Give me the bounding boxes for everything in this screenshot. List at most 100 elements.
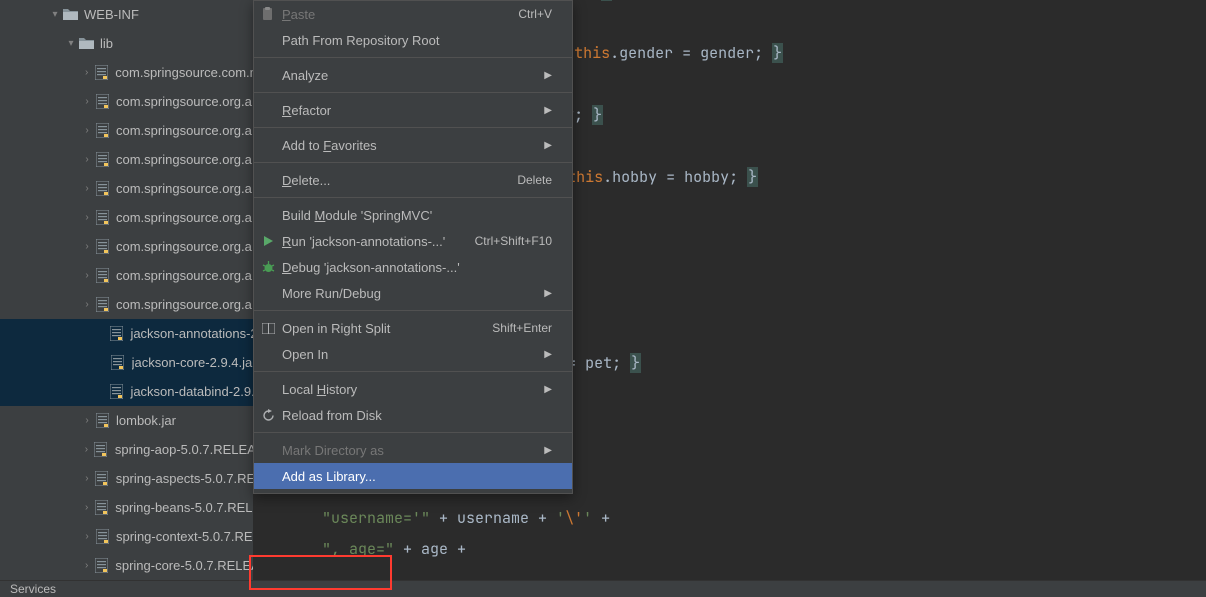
chevron-right-icon[interactable]: › [80,560,93,571]
tree-row[interactable]: › com.springsource.org.a [0,145,253,174]
menu-item[interactable]: Add to Favorites▶ [254,132,572,158]
code-token: } [630,353,641,373]
jar-icon [94,210,110,226]
project-tree[interactable]: ▾WEB-INF▾lib›com.springsource.com.m›com.… [0,0,253,580]
tree-item-label: com.springsource.org.a [116,181,252,196]
menu-separator [254,432,572,433]
tree-row[interactable]: › com.springsource.org.a [0,290,253,319]
menu-item[interactable]: Local History▶ [254,376,572,402]
services-toolwindow-button[interactable]: Services [0,580,1206,597]
menu-separator [254,127,572,128]
tree-row[interactable]: jackson-core-2.9.4.jar [0,348,253,377]
tree-row[interactable]: jackson-databind-2.9.4.j [0,377,253,406]
tree-row[interactable]: › spring-aop-5.0.7.RELEAS [0,435,253,464]
jar-icon [94,239,110,255]
jar-icon [94,152,110,168]
split-icon [260,320,276,336]
menu-item[interactable]: Add as Library... [254,463,572,489]
jar-icon [110,355,126,371]
menu-item-label: Add as Library... [282,469,376,484]
menu-item-label: Run 'jackson-annotations-...' [282,234,445,249]
tree-row[interactable]: › lombok.jar [0,406,253,435]
tree-row[interactable]: › spring-beans-5.0.7.RELE [0,493,253,522]
menu-item: Mark Directory as▶ [254,437,572,463]
menu-separator [254,310,572,311]
tree-item-label: lombok.jar [116,413,176,428]
code-line: ", age=" + age + [259,534,1206,565]
menu-item[interactable]: Debug 'jackson-annotations-...' [254,254,572,280]
paste-icon [260,6,276,22]
tree-row[interactable]: ›com.springsource.org.a [0,87,253,116]
tree-row[interactable]: › com.springsource.org.a [0,116,253,145]
chevron-down-icon[interactable]: ▾ [64,38,78,49]
menu-item[interactable]: Delete...Delete [254,167,572,193]
menu-item[interactable]: More Run/Debug▶ [254,280,572,306]
tree-row[interactable]: ›spring-core-5.0.7.RELEA [0,551,253,580]
chevron-right-icon[interactable]: › [80,299,94,310]
jar-icon [94,471,110,487]
tree-item-label: com.springsource.org.a [116,123,252,138]
jar-icon [108,384,124,400]
tree-row[interactable]: ▾ WEB-INF [0,0,253,29]
submenu-arrow-icon: ▶ [544,384,552,395]
tree-row[interactable]: › spring-aspects-5.0.7.RE [0,464,253,493]
tree-row[interactable]: ›com.springsource.com.m [0,58,253,87]
jar-icon [93,442,109,458]
submenu-arrow-icon: ▶ [544,349,552,360]
debug-icon [260,259,276,275]
chevron-right-icon[interactable]: › [80,125,94,136]
chevron-right-icon[interactable]: › [80,531,94,542]
menu-item[interactable]: Open In▶ [254,341,572,367]
tree-item-label: spring-aspects-5.0.7.RE [116,471,253,486]
chevron-right-icon[interactable]: › [80,502,93,513]
code-token: + username + [430,508,556,528]
menu-item-shortcut: Delete [517,173,552,187]
chevron-right-icon[interactable]: › [80,154,94,165]
menu-item-label: Paste [282,7,315,22]
chevron-right-icon[interactable]: › [80,212,94,223]
menu-item[interactable]: Refactor▶ [254,97,572,123]
tree-row[interactable]: ›com.springsource.org.a [0,232,253,261]
tree-item-label: spring-context-5.0.7.RE [116,529,253,544]
tree-row[interactable]: ›com.springsource.org.a [0,261,253,290]
jar-icon [94,413,110,429]
tree-row[interactable]: › com.springsource.org.a [0,174,253,203]
reload-icon [260,407,276,423]
tree-item-label: com.springsource.org.a [116,297,252,312]
menu-item-label: Open in Right Split [282,321,390,336]
code-token: ' [583,508,592,528]
menu-item[interactable]: Run 'jackson-annotations-...'Ctrl+Shift+… [254,228,572,254]
tree-item-label: spring-beans-5.0.7.RELE [115,500,253,515]
tree-row[interactable]: ▾lib [0,29,253,58]
chevron-right-icon[interactable]: › [80,67,93,78]
jar-icon [94,94,110,110]
menu-item[interactable]: Reload from Disk [254,402,572,428]
jar-icon [94,529,110,545]
menu-item-label: Build Module 'SpringMVC' [282,208,432,223]
tree-item-label: com.springsource.org.a [116,152,252,167]
code-token [259,508,322,528]
code-token: \' [565,508,583,528]
tree-item-label: spring-aop-5.0.7.RELEAS [115,442,253,457]
menu-item[interactable]: Path From Repository Root [254,27,572,53]
chevron-down-icon[interactable]: ▾ [48,9,62,20]
menu-item[interactable]: Analyze▶ [254,62,572,88]
tree-row[interactable]: › spring-context-5.0.7.RE [0,522,253,551]
chevron-right-icon[interactable]: › [80,444,93,455]
chevron-right-icon[interactable]: › [80,270,94,281]
menu-item[interactable]: Build Module 'SpringMVC' [254,202,572,228]
chevron-right-icon[interactable]: › [80,96,94,107]
code-token: ' [556,508,565,528]
chevron-right-icon[interactable]: › [80,415,94,426]
chevron-right-icon[interactable]: › [80,183,94,194]
tree-item-label: WEB-INF [84,7,139,22]
chevron-right-icon[interactable]: › [80,473,94,484]
chevron-right-icon[interactable]: › [80,241,94,252]
submenu-arrow-icon: ▶ [544,288,552,299]
jar-icon [94,268,110,284]
menu-item[interactable]: Open in Right SplitShift+Enter [254,315,572,341]
tree-row[interactable]: jackson-annotations-2.9 [0,319,253,348]
tree-item-label: jackson-annotations-2.9 [130,326,253,341]
context-menu[interactable]: PasteCtrl+VPath From Repository RootAnal… [253,0,573,494]
tree-row[interactable]: ›com.springsource.org.a [0,203,253,232]
